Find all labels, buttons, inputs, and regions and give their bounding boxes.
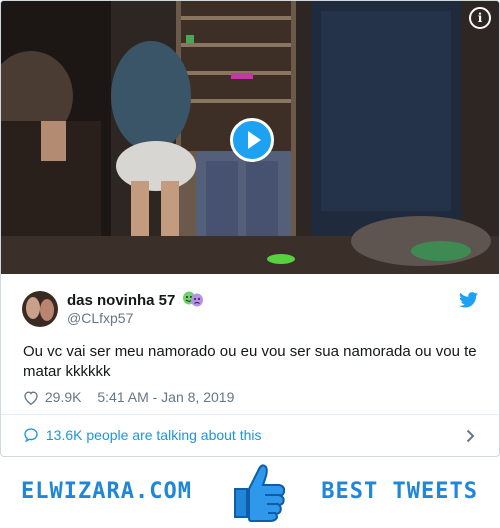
- info-icon[interactable]: i: [469, 7, 491, 29]
- twitter-bird-icon[interactable]: [459, 292, 478, 313]
- conversation-link[interactable]: 13.6K people are talking about this: [23, 427, 262, 446]
- tweet-header: das novinha 57 @CLfxp57: [1, 274, 499, 336]
- site-name[interactable]: ELWIZARA.COM: [21, 479, 192, 504]
- like-count[interactable]: 29.9K: [45, 389, 82, 405]
- play-button[interactable]: [230, 118, 274, 162]
- display-name[interactable]: das novinha 57: [67, 292, 175, 309]
- user-handle[interactable]: @CLfxp57: [67, 310, 133, 326]
- avatar-face-left: [26, 297, 40, 319]
- tweet-timestamp[interactable]: 5:41 AM - Jan 8, 2019: [97, 389, 234, 405]
- tweet-embed-card: i das novinha 57 @CLfxp57 Ou vc vai ser …: [0, 0, 500, 457]
- avatar[interactable]: [22, 291, 58, 327]
- divider: [1, 414, 499, 415]
- name-row[interactable]: das novinha 57: [67, 291, 204, 312]
- conversation-text[interactable]: 13.6K people are talking about this: [46, 427, 262, 443]
- performing-arts-masks-emoji: [182, 291, 204, 312]
- video-thumbnail[interactable]: i: [1, 1, 499, 274]
- speech-bubble-icon: [23, 427, 39, 446]
- avatar-face-right: [40, 299, 54, 321]
- play-icon: [248, 131, 261, 149]
- tweet-meta: 29.9K 5:41 AM - Jan 8, 2019: [23, 389, 234, 407]
- best-tweets-label: BEST TWEETS: [321, 479, 478, 504]
- chevron-right-icon[interactable]: [466, 429, 475, 448]
- thumbs-up-icon: [229, 459, 289, 528]
- heart-icon[interactable]: [23, 390, 39, 408]
- footer-banner: ELWIZARA.COM BEST TWEETS: [0, 459, 500, 527]
- tweet-text: Ou vc vai ser meu namorado ou eu vou ser…: [23, 343, 477, 380]
